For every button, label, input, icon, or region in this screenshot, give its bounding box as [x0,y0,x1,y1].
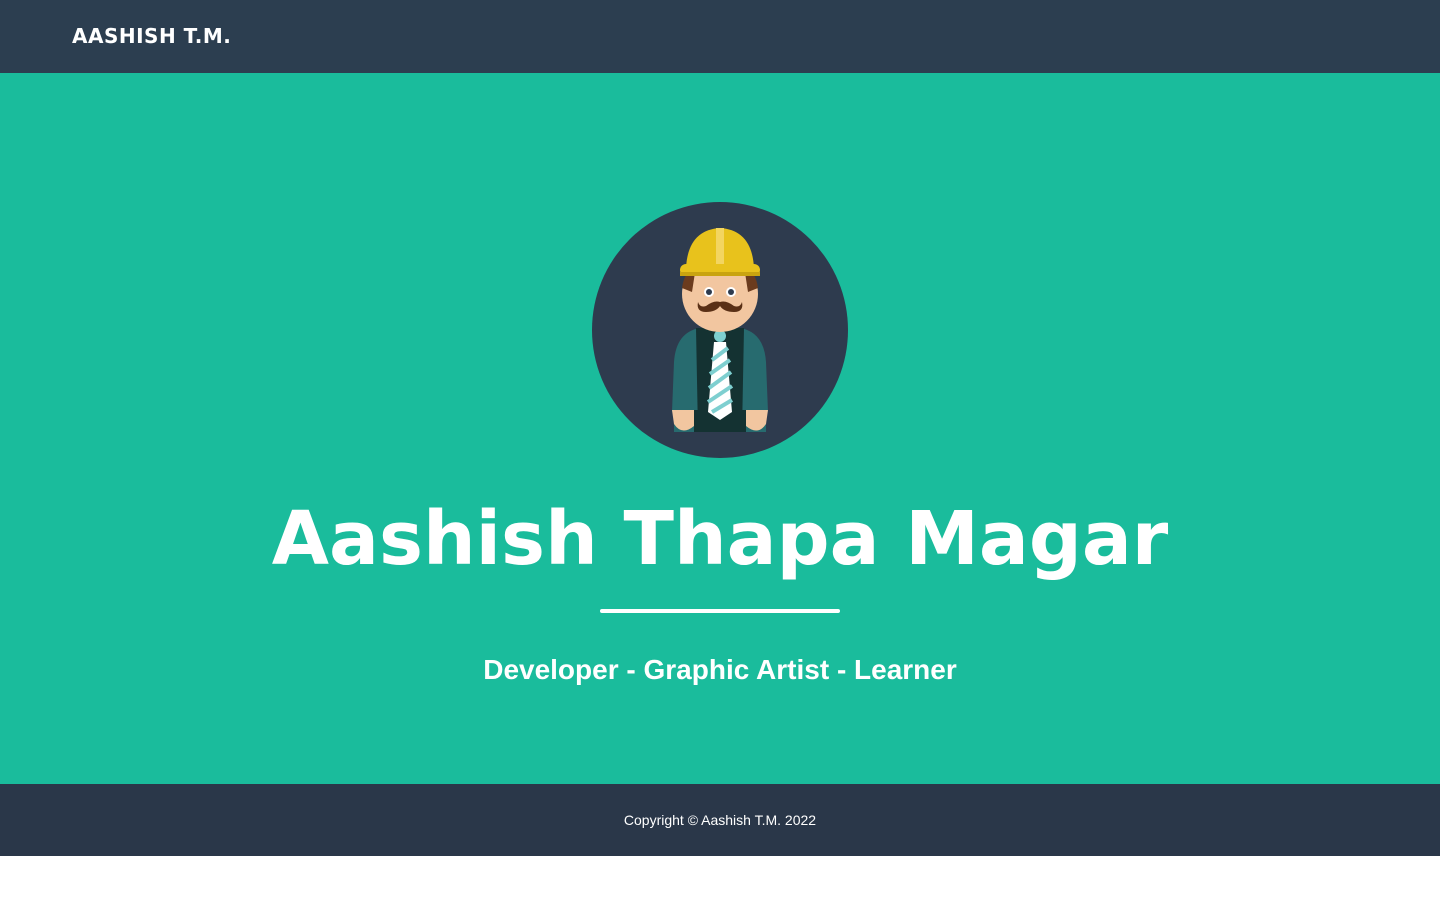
page-subtitle: Developer - Graphic Artist - Learner [483,654,957,685]
footer: Copyright © Aashish T.M. 2022 [0,784,1440,856]
copyright-text: Copyright © Aashish T.M. 2022 [623,812,817,828]
masthead: Aashish Thapa Magar Developer - Graphic … [0,73,1440,784]
brand-link[interactable]: AASHISH T.M. [72,22,231,50]
title-divider [600,609,840,613]
engineer-avatar-icon [592,202,848,458]
navbar: AASHISH T.M. [0,0,1440,73]
page-title: Aashish Thapa Magar [271,496,1169,582]
